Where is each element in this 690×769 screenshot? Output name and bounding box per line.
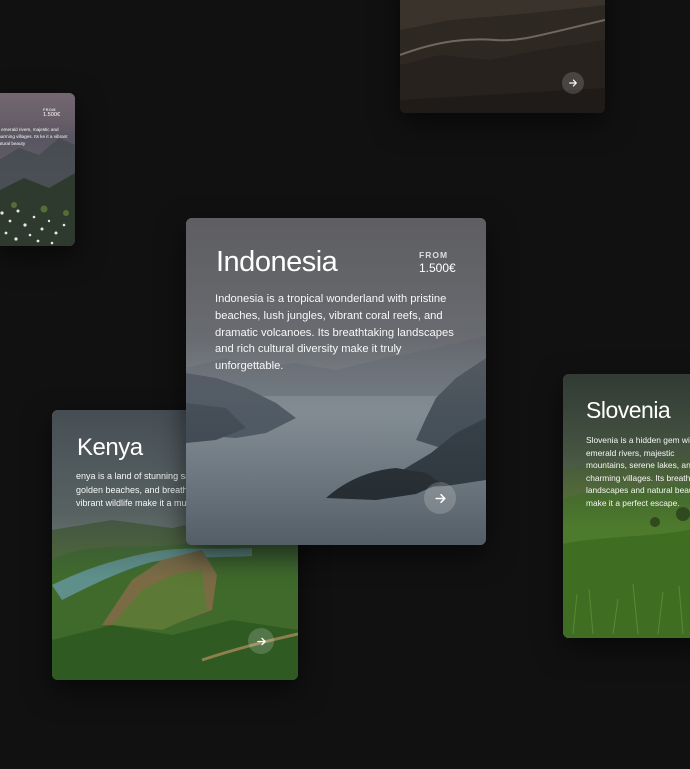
destination-card-small[interactable]: FROM 1.500€ th emerald rivers, majestic … bbox=[0, 93, 75, 246]
next-arrow-button[interactable] bbox=[424, 482, 456, 514]
price-block: FROM 1.500€ bbox=[419, 250, 456, 275]
price-block: FROM 1.500€ bbox=[43, 108, 60, 118]
card-title: Kenya bbox=[77, 434, 143, 461]
next-arrow-button[interactable] bbox=[248, 628, 274, 654]
price-value: 1.500€ bbox=[43, 112, 61, 118]
price-value: 1.500€ bbox=[419, 261, 456, 275]
card-description: Slovenia is a hidden gem with emerald ri… bbox=[586, 435, 690, 509]
card-title: Slovenia bbox=[586, 397, 671, 423]
next-arrow-button[interactable] bbox=[562, 72, 584, 94]
arrow-right-icon bbox=[256, 636, 267, 647]
card-description: th emerald rivers, majestic and charming… bbox=[0, 127, 68, 147]
destination-card-road[interactable] bbox=[400, 0, 605, 113]
card-description: Indonesia is a tropical wonderland with … bbox=[215, 293, 454, 373]
card-title: Indonesia bbox=[216, 246, 338, 278]
destination-card-slovenia[interactable]: Slovenia Slovenia is a hidden gem with e… bbox=[563, 374, 690, 638]
destination-card-indonesia[interactable]: Indonesia FROM 1.500€ Indonesia is a tro… bbox=[186, 218, 486, 545]
arrow-right-icon bbox=[434, 492, 447, 505]
price-from-label: FROM bbox=[419, 250, 449, 260]
arrow-right-icon bbox=[568, 78, 578, 88]
